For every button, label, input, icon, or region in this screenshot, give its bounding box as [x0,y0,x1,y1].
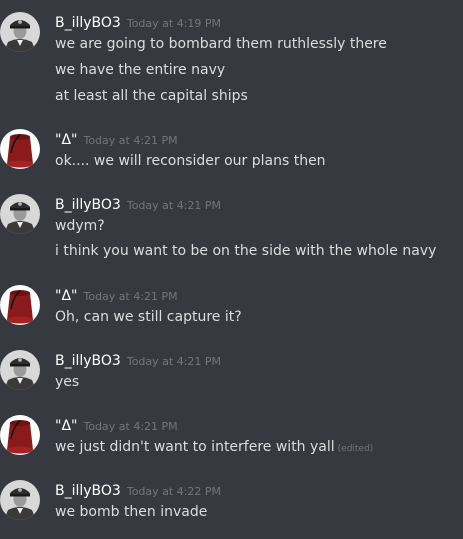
message-text: wdym? [55,218,105,234]
avatar[interactable] [0,194,40,234]
timestamp: Today at 4:22 PM [126,485,222,498]
timestamp: Today at 4:21 PM [83,134,178,147]
message-header: B_illyBO3 Today at 4:22 PM [55,480,221,500]
timestamp: Today at 4:19 PM [126,17,222,30]
message-text: we are going to bombard them ruthlessly … [55,36,387,52]
message-text: we bomb then invade [55,504,208,520]
message-header: "Δ" Today at 4:21 PM [55,415,178,435]
username[interactable]: "Δ" [55,418,77,434]
username[interactable]: "Δ" [55,288,77,304]
red-fez-icon [0,415,40,455]
username[interactable]: B_illyBO3 [55,197,121,213]
message-text: we just didn't want to interfere with ya… [55,439,335,455]
message-header: "Δ" Today at 4:21 PM [55,285,178,305]
message-text: Oh, can we still capture it? [55,309,242,325]
officer-portrait-icon [0,480,40,520]
username[interactable]: B_illyBO3 [55,15,121,31]
message-header: "Δ" Today at 4:21 PM [55,129,178,149]
message-header: B_illyBO3 Today at 4:21 PM [55,194,221,214]
avatar[interactable] [0,129,40,169]
edited-label: (edited) [337,444,374,454]
timestamp: Today at 4:21 PM [83,290,178,303]
timestamp: Today at 4:21 PM [83,420,178,433]
message-text: i think you want to be on the side with … [55,243,437,259]
avatar[interactable] [0,12,40,52]
avatar[interactable] [0,285,40,325]
avatar[interactable] [0,415,40,455]
message-header: B_illyBO3 Today at 4:19 PM [55,12,221,32]
message-header: B_illyBO3 Today at 4:21 PM [55,350,221,370]
officer-portrait-icon [0,350,40,390]
message-text: at least all the capital ships [55,88,248,104]
red-fez-icon [0,129,40,169]
timestamp: Today at 4:21 PM [126,355,222,368]
message-text: ok.... we will reconsider our plans then [55,153,326,169]
message-text-container: we just didn't want to interfere with ya… [55,437,373,459]
username[interactable]: B_illyBO3 [55,353,121,369]
message-text: yes [55,374,80,390]
username[interactable]: B_illyBO3 [55,483,121,499]
avatar[interactable] [0,480,40,520]
username[interactable]: "Δ" [55,132,77,148]
timestamp: Today at 4:21 PM [126,199,222,212]
message-text: we have the entire navy [55,62,226,78]
officer-portrait-icon [0,194,40,234]
red-fez-icon [0,285,40,325]
officer-portrait-icon [0,12,40,52]
avatar[interactable] [0,350,40,390]
